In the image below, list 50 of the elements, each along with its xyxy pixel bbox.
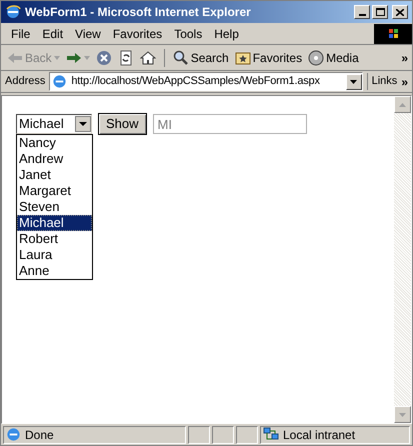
search-button[interactable]: Search xyxy=(170,46,231,68)
maximize-icon xyxy=(376,8,384,16)
close-button[interactable] xyxy=(392,5,408,19)
maximize-button[interactable] xyxy=(372,5,388,19)
page-icon xyxy=(6,427,21,442)
scroll-down-button[interactable] xyxy=(394,406,411,423)
favorites-button[interactable]: Favorites xyxy=(232,46,304,68)
status-panel xyxy=(236,426,258,444)
dropdown-option[interactable]: Michael xyxy=(17,215,92,231)
address-field[interactable]: http://localhost/WebAppCSSamples/WebForm1.aspx xyxy=(49,72,363,91)
caret-icon xyxy=(350,80,358,84)
menu-item[interactable]: Help xyxy=(208,24,245,42)
vertical-scrollbar[interactable] xyxy=(394,96,411,423)
windows-logo-icon xyxy=(374,24,412,44)
address-label: Address xyxy=(5,74,46,90)
media-button[interactable]: Media xyxy=(306,46,361,68)
status-panel xyxy=(188,426,210,444)
up-arrow-icon xyxy=(399,102,406,106)
caret-icon xyxy=(84,56,90,60)
window-title: WebForm1 - Microsoft Internet Explorer xyxy=(25,4,252,21)
menu-item[interactable]: View xyxy=(69,24,107,42)
favorites-icon xyxy=(234,50,251,66)
links-button[interactable]: Links xyxy=(366,73,398,90)
name-dropdown[interactable]: Michael xyxy=(16,114,92,134)
menu-item[interactable]: Favorites xyxy=(106,24,168,42)
show-button[interactable]: Show xyxy=(98,113,147,135)
caret-icon xyxy=(75,116,91,132)
status-panel xyxy=(212,426,234,444)
menu-item[interactable]: File xyxy=(5,24,36,42)
more-chevron[interactable]: » xyxy=(401,72,408,90)
browser-icon xyxy=(5,4,21,20)
zone-panel: Local intranet xyxy=(260,426,410,444)
minimize-button[interactable] xyxy=(354,5,370,19)
search-icon xyxy=(172,50,189,66)
media-icon xyxy=(308,50,324,66)
scroll-up-button[interactable] xyxy=(394,96,411,113)
minimize-icon xyxy=(358,14,366,16)
down-arrow-icon xyxy=(399,412,406,416)
refresh-icon xyxy=(118,50,134,66)
stop-icon xyxy=(96,50,112,66)
status-panel: Done xyxy=(3,426,186,444)
close-icon xyxy=(396,8,404,16)
menu-item[interactable]: Tools xyxy=(168,24,208,42)
home-icon xyxy=(140,50,156,66)
dropdown-button[interactable] xyxy=(346,74,362,90)
network-icon xyxy=(263,427,279,442)
more-chevron[interactable]: » xyxy=(401,48,408,66)
menu-item[interactable]: Edit xyxy=(36,24,70,42)
caret-icon xyxy=(54,56,60,60)
page-icon xyxy=(52,74,68,89)
